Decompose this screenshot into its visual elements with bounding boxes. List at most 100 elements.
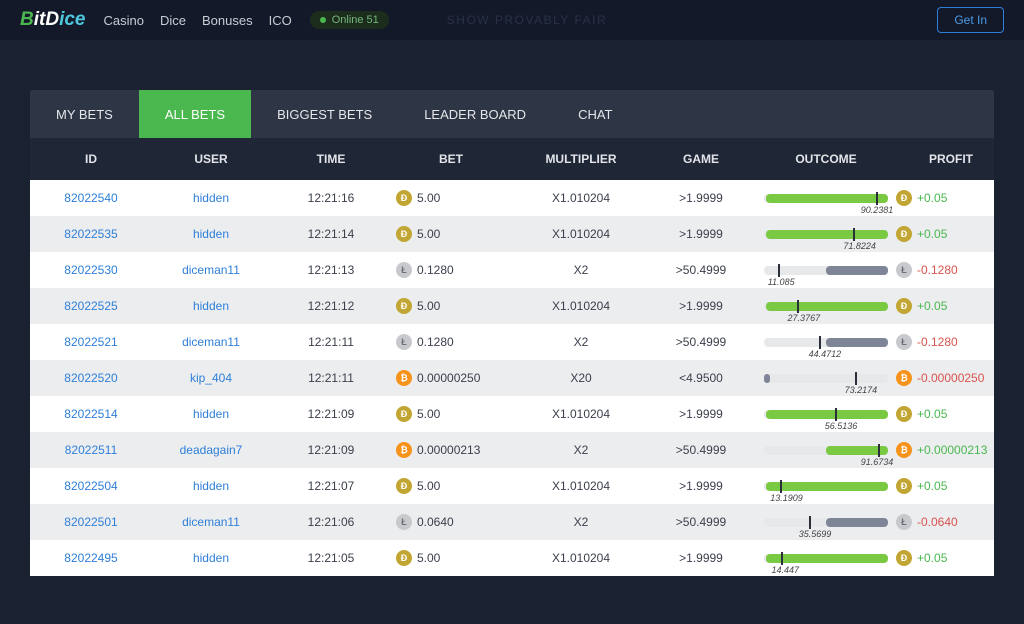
game-cell: >1.9999 bbox=[646, 227, 756, 241]
table-row: 82022504hidden12:21:07Ð5.00X1.010204>1.9… bbox=[30, 468, 994, 504]
bet-id-link[interactable]: 82022514 bbox=[36, 407, 146, 421]
bet-id-link[interactable]: 82022530 bbox=[36, 263, 146, 277]
ltc-coin-icon: Ł bbox=[896, 262, 912, 278]
game-cell: >50.4999 bbox=[646, 443, 756, 457]
outcome-value: 73.2174 bbox=[845, 385, 878, 395]
tab-my-bets[interactable]: MY BETS bbox=[30, 90, 139, 138]
bet-id-link[interactable]: 82022521 bbox=[36, 335, 146, 349]
multiplier-cell: X2 bbox=[516, 443, 646, 457]
bet-amount: 5.00 bbox=[417, 479, 440, 493]
tab-leader-board[interactable]: LEADER BOARD bbox=[398, 90, 552, 138]
bet-id-link[interactable]: 82022540 bbox=[36, 191, 146, 205]
table-row: 82022495hidden12:21:05Ð5.00X1.010204>1.9… bbox=[30, 540, 994, 576]
game-cell: >50.4999 bbox=[646, 515, 756, 529]
nav-item-casino[interactable]: Casino bbox=[104, 13, 144, 28]
time-cell: 12:21:09 bbox=[276, 407, 386, 421]
bet-id-link[interactable]: 82022501 bbox=[36, 515, 146, 529]
time-cell: 12:21:12 bbox=[276, 299, 386, 313]
table-row: 82022511deadagain712:21:09 ₿ 0.00000213 X2>… bbox=[30, 432, 994, 468]
outcome-bar-fill bbox=[766, 230, 888, 239]
outcome-tick bbox=[819, 336, 821, 349]
bet-id-link[interactable]: 82022495 bbox=[36, 551, 146, 565]
btc-coin-icon: ₿ bbox=[896, 442, 912, 458]
nav-item-dice[interactable]: Dice bbox=[160, 13, 186, 28]
profit-value: -0.0640 bbox=[917, 515, 958, 529]
user-link[interactable]: hidden bbox=[146, 227, 276, 241]
outcome-bar-fill bbox=[766, 194, 888, 203]
multiplier-cell: X2 bbox=[516, 263, 646, 277]
logo-it: it bbox=[34, 9, 46, 31]
outcome-bar: 91.6734 bbox=[764, 446, 888, 455]
game-cell: >1.9999 bbox=[646, 299, 756, 313]
logo-b: B bbox=[20, 9, 34, 31]
bet-id-link[interactable]: 82022504 bbox=[36, 479, 146, 493]
multiplier-cell: X2 bbox=[516, 335, 646, 349]
profit-cell: Ð+0.05 bbox=[896, 406, 1006, 422]
outcome-tick bbox=[878, 444, 880, 457]
outcome-cell: 73.2174 bbox=[756, 374, 896, 383]
table-row: 82022535hidden12:21:14Ð5.00X1.010204>1.9… bbox=[30, 216, 994, 252]
tab-biggest-bets[interactable]: BIGGEST BETS bbox=[251, 90, 398, 138]
bet-amount: 5.00 bbox=[417, 407, 440, 421]
bet-amount: 5.00 bbox=[417, 227, 440, 241]
nav-item-ico[interactable]: ICO bbox=[269, 13, 292, 28]
bet-amount: 0.1280 bbox=[417, 263, 454, 277]
game-cell: <4.9500 bbox=[646, 371, 756, 385]
bet-id-link[interactable]: 82022525 bbox=[36, 299, 146, 313]
time-cell: 12:21:16 bbox=[276, 191, 386, 205]
time-cell: 12:21:06 bbox=[276, 515, 386, 529]
user-link[interactable]: hidden bbox=[146, 191, 276, 205]
provably-fair-label[interactable]: SHOW PROVABLY FAIR bbox=[447, 13, 607, 27]
bet-id-link[interactable]: 82022511 bbox=[36, 443, 146, 457]
user-link[interactable]: deadagain7 bbox=[146, 443, 276, 457]
outcome-value: 56.5136 bbox=[825, 421, 858, 431]
online-count: Online 51 bbox=[332, 14, 379, 26]
header-left: B it D ice Casino Dice Bonuses ICO Online 5… bbox=[20, 9, 607, 31]
tab-chat[interactable]: CHAT bbox=[552, 90, 638, 138]
bets-table: IDUSERTIMEBETMULTIPLIERGAMEOUTCOMEPROFIT… bbox=[30, 138, 994, 576]
bet-amount: 0.00000250 bbox=[417, 371, 480, 385]
bet-amount: 5.00 bbox=[417, 299, 440, 313]
profit-value: +0.05 bbox=[917, 551, 947, 565]
ltc-coin-icon: Ł bbox=[396, 514, 412, 530]
multiplier-cell: X1.010204 bbox=[516, 551, 646, 565]
user-link[interactable]: diceman11 bbox=[146, 263, 276, 277]
doge-coin-icon: Ð bbox=[896, 226, 912, 242]
user-link[interactable]: hidden bbox=[146, 551, 276, 565]
outcome-value: 11.085 bbox=[768, 277, 795, 287]
th-user: USER bbox=[146, 152, 276, 166]
user-link[interactable]: kip_404 bbox=[146, 371, 276, 385]
user-link[interactable]: hidden bbox=[146, 407, 276, 421]
bet-id-link[interactable]: 82022535 bbox=[36, 227, 146, 241]
multiplier-cell: X20 bbox=[516, 371, 646, 385]
btc-coin-icon: ₿ bbox=[896, 370, 912, 386]
doge-coin-icon: Ð bbox=[396, 298, 412, 314]
profit-value: +0.00000213 bbox=[917, 443, 987, 457]
user-link[interactable]: diceman11 bbox=[146, 515, 276, 529]
time-cell: 12:21:09 bbox=[276, 443, 386, 457]
multiplier-cell: X2 bbox=[516, 515, 646, 529]
user-link[interactable]: diceman11 bbox=[146, 335, 276, 349]
game-cell: >1.9999 bbox=[646, 407, 756, 421]
profit-cell: Ð+0.05 bbox=[896, 226, 1006, 242]
tabs-bar: MY BETSALL BETSBIGGEST BETSLEADER BOARDC… bbox=[30, 90, 994, 138]
outcome-value: 27.3767 bbox=[788, 313, 821, 323]
top-header: B it D ice Casino Dice Bonuses ICO Online 5… bbox=[0, 0, 1024, 40]
th-time: TIME bbox=[276, 152, 386, 166]
outcome-tick bbox=[797, 300, 799, 313]
profit-cell: Ł-0.1280 bbox=[896, 262, 1006, 278]
nav-item-bonuses[interactable]: Bonuses bbox=[202, 13, 253, 28]
logo[interactable]: B it D ice bbox=[20, 9, 86, 31]
user-link[interactable]: hidden bbox=[146, 299, 276, 313]
get-in-button[interactable]: Get In bbox=[937, 7, 1004, 33]
bet-id-link[interactable]: 82022520 bbox=[36, 371, 146, 385]
user-link[interactable]: hidden bbox=[146, 479, 276, 493]
doge-coin-icon: Ð bbox=[396, 478, 412, 494]
time-cell: 12:21:05 bbox=[276, 551, 386, 565]
bet-amount: 0.00000213 bbox=[417, 443, 480, 457]
time-cell: 12:21:13 bbox=[276, 263, 386, 277]
outcome-bar-fill bbox=[826, 338, 888, 347]
doge-coin-icon: Ð bbox=[396, 190, 412, 206]
outcome-bar-fill bbox=[766, 410, 888, 419]
tab-all-bets[interactable]: ALL BETS bbox=[139, 90, 251, 138]
